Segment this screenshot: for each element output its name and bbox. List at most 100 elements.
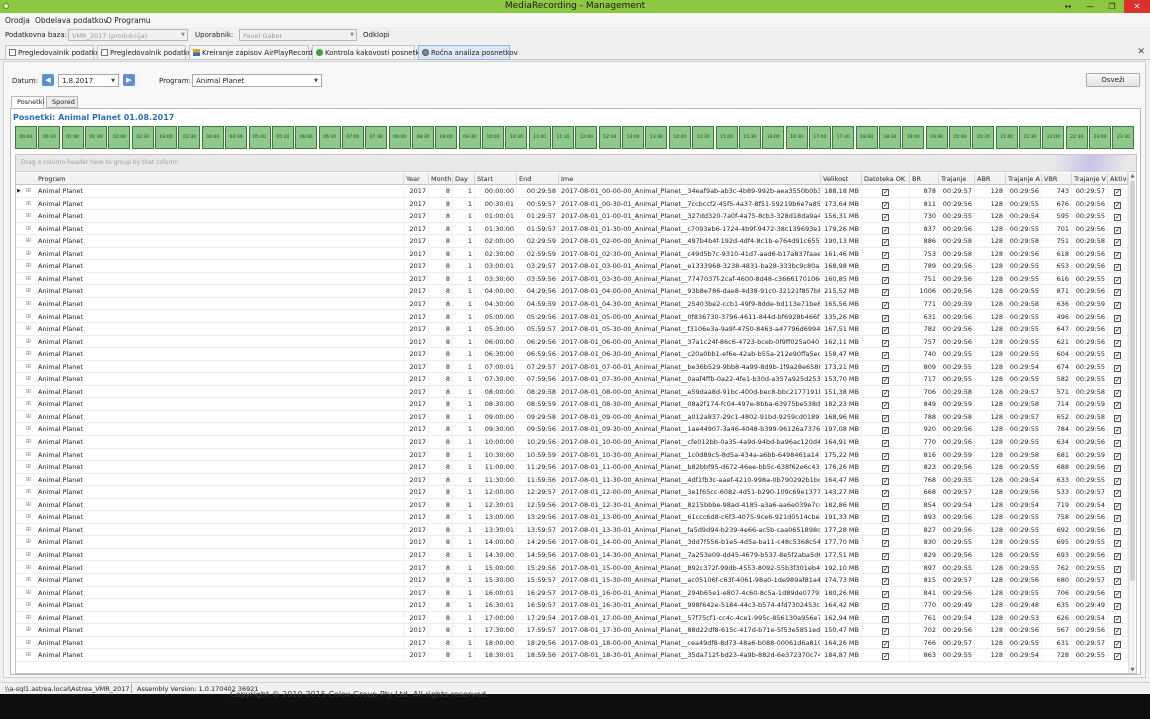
table-row[interactable]: ⊞ Animal Planet 2017 8 1 11:30:00 11:59:56 2017… [16,473,1128,487]
checkbox[interactable]: ✓ [882,352,889,360]
checkbox[interactable]: ✓ [1114,414,1121,422]
timeslot[interactable]: 16:30 [785,126,808,149]
checkbox[interactable]: ✓ [1114,251,1121,259]
checkbox[interactable]: ✓ [1114,653,1121,661]
checkbox[interactable]: ✓ [882,540,889,548]
user-select[interactable]: Pavel Gabor ▼ [239,29,357,41]
table-row[interactable]: ⊞ Animal Planet 2017 8 1 14:30:00 14:59:56 2017… [16,548,1128,562]
checkbox[interactable]: ✓ [1114,628,1121,636]
program-select[interactable]: Animal Planet ▼ [192,74,322,87]
expand-row-icon[interactable]: ⊞ [26,348,31,360]
timeslot[interactable]: 21:30 [1019,126,1042,149]
scroll-down-icon[interactable]: ▼ [1129,667,1136,673]
database-select[interactable]: VMR_2017 (produkcija) ▼ [68,29,188,41]
checkbox[interactable]: ✓ [882,339,889,347]
table-row[interactable]: ⊞ Animal Planet 2017 8 1 16:00:01 16:29:57 2017… [16,586,1128,600]
table-row[interactable]: ⊞ Animal Planet 2017 8 1 18:00:00 18:29:56 2017… [16,636,1128,650]
timeslot[interactable]: 12:00 [575,126,598,149]
timeslot[interactable]: 08:30 [411,126,434,149]
checkbox[interactable]: ✓ [882,490,889,498]
checkbox[interactable]: ✓ [882,264,889,272]
checkbox[interactable]: ✓ [882,314,889,322]
vertical-scrollbar[interactable]: ▲ ▼ [1128,173,1135,673]
timeslot[interactable]: 18:00 [855,126,878,149]
checkbox[interactable]: ✓ [882,590,889,598]
checkbox[interactable]: ✓ [882,389,889,397]
expand-row-icon[interactable]: ⊞ [26,386,31,398]
timeslot[interactable]: 06:00 [295,126,318,149]
checkbox[interactable]: ✓ [882,251,889,259]
table-row[interactable]: ⊞ Animal Planet 2017 8 1 07:00:01 07:29:57 2017… [16,360,1128,374]
tab-kontrola-kakovosti[interactable]: Kontrola kakovosti posnetkov [312,45,428,60]
checkbox[interactable]: ✓ [1114,515,1121,523]
table-row[interactable]: ⊞ Animal Planet 2017 8 1 14:00:00 14:29:56 2017… [16,536,1128,549]
expand-row-icon[interactable]: ⊞ [26,536,31,548]
timeslot[interactable]: 07:00 [341,126,364,149]
tab-pregledovalnik-2[interactable]: Pregledovalnik podatkov [97,45,196,60]
table-row[interactable]: ⊞ Animal Planet 2017 8 1 08:00:00 08:29:58 2017… [16,385,1128,399]
tab-kreiranje-zapisov[interactable]: Kreiranje zapisov AirPlayRecording [189,45,324,60]
checkbox[interactable]: ✓ [1114,540,1121,548]
tab-rocna-analiza[interactable]: Ročna analiza posnetkov [418,45,518,60]
timeslot[interactable]: 06:30 [318,126,341,149]
column-header[interactable]: BR [910,173,939,185]
table-row[interactable]: ⊞ Animal Planet 2017 8 1 12:00:00 12:29:57 2017… [16,486,1128,499]
table-row[interactable]: ⊞ Animal Planet 2017 8 1 02:00:00 02:29:59 2017… [16,235,1128,248]
table-row[interactable]: ⊞ Animal Planet 2017 8 1 15:00:00 15:29:56 2017… [16,561,1128,575]
table-row[interactable]: ⊞ Animal Planet 2017 8 1 08:30:00 08:59:59 2017… [16,398,1128,411]
checkbox[interactable]: ✓ [1114,301,1121,309]
table-row[interactable]: ⊞ Animal Planet 2017 8 1 00:30:01 00:59:57 2017… [16,197,1128,211]
expand-row-icon[interactable]: ⊞ [26,624,31,636]
checkbox[interactable]: ✓ [1114,578,1121,586]
checkbox[interactable]: ✓ [1114,201,1121,209]
table-row[interactable]: ⊞ Animal Planet 2017 8 1 03:30:00 03:59:56 2017… [16,272,1128,286]
table-row[interactable]: ⊞ Animal Planet 2017 8 1 05:00:00 05:29:56 2017… [16,310,1128,324]
expand-row-icon[interactable]: ⊞ [26,235,31,247]
timeslot[interactable]: 19:00 [902,126,925,149]
checkbox[interactable]: ✓ [1114,490,1121,498]
checkbox[interactable]: ✓ [882,628,889,636]
table-row[interactable]: ▶ ⊞ Animal Planet 2017 8 1 00:00:00 00:29:58 201… [16,185,1128,198]
checkbox[interactable]: ✓ [1114,239,1121,247]
table-row[interactable]: ⊞ Animal Planet 2017 8 1 15:30:00 15:59:57 2017… [16,574,1128,587]
timeslot[interactable]: 10:30 [505,126,528,149]
minimize-button[interactable]: — [1079,0,1101,13]
checkbox[interactable]: ✓ [1114,377,1121,385]
timeslot[interactable]: 14:00 [668,126,691,149]
expand-row-icon[interactable]: ⊞ [26,499,31,511]
checkbox[interactable]: ✓ [1114,352,1121,360]
timeslot[interactable]: 14:30 [692,126,715,149]
tab-spored[interactable]: Spored [46,96,78,108]
column-header[interactable]: Datoteka OK [862,173,910,185]
expand-row-icon[interactable]: ⊞ [26,285,31,297]
table-row[interactable]: ⊞ Animal Planet 2017 8 1 01:00:01 01:29:57 2017… [16,210,1128,223]
column-header[interactable]: Trajanje A [1006,173,1042,185]
expand-row-icon[interactable]: ⊞ [26,612,31,624]
checkbox[interactable]: ✓ [1114,502,1121,510]
timeslot[interactable]: 22:00 [1042,126,1065,149]
table-row[interactable]: ⊞ Animal Planet 2017 8 1 11:00:00 11:29:56 2017… [16,461,1128,474]
checkbox[interactable]: ✓ [1114,264,1121,272]
column-header[interactable]: Start [475,173,517,185]
tab-posnetki[interactable]: Posnetki [11,96,44,108]
expand-row-icon[interactable]: ⊞ [26,587,31,599]
timeslot[interactable]: 01:00 [61,126,84,149]
checkbox[interactable]: ✓ [1114,465,1121,473]
timeslot[interactable]: 13:30 [645,126,668,149]
checkbox[interactable]: ✓ [882,301,889,309]
table-row[interactable]: ⊞ Animal Planet 2017 8 1 06:30:00 06:59:56 2017… [16,348,1128,361]
expand-row-icon[interactable]: ⊞ [26,637,31,649]
refresh-button[interactable]: Osveži [1086,73,1140,87]
table-row[interactable]: ⊞ Animal Planet 2017 8 1 12:30:01 12:59:56 2017… [16,498,1128,512]
checkbox[interactable]: ✓ [882,640,889,648]
date-picker[interactable]: 1.8.2017 ▼ [58,74,119,87]
expand-row-icon[interactable]: ⊞ [26,323,31,335]
column-header[interactable]: VBR [1042,173,1072,185]
table-row[interactable]: ⊞ Animal Planet 2017 8 1 18:30:01 18:59:56 2017… [16,649,1128,662]
checkbox[interactable]: ✓ [1114,552,1121,560]
timeslot[interactable]: 18:30 [878,126,901,149]
table-row[interactable]: ⊞ Animal Planet 2017 8 1 17:30:00 17:59:57 2017… [16,624,1128,637]
table-row[interactable]: ⊞ Animal Planet 2017 8 1 07:30:00 07:59:56 2017… [16,373,1128,386]
table-row[interactable]: ⊞ Animal Planet 2017 8 1 03:00:01 03:29:57 2017… [16,260,1128,273]
logout-button[interactable]: Odklopi [363,31,390,39]
